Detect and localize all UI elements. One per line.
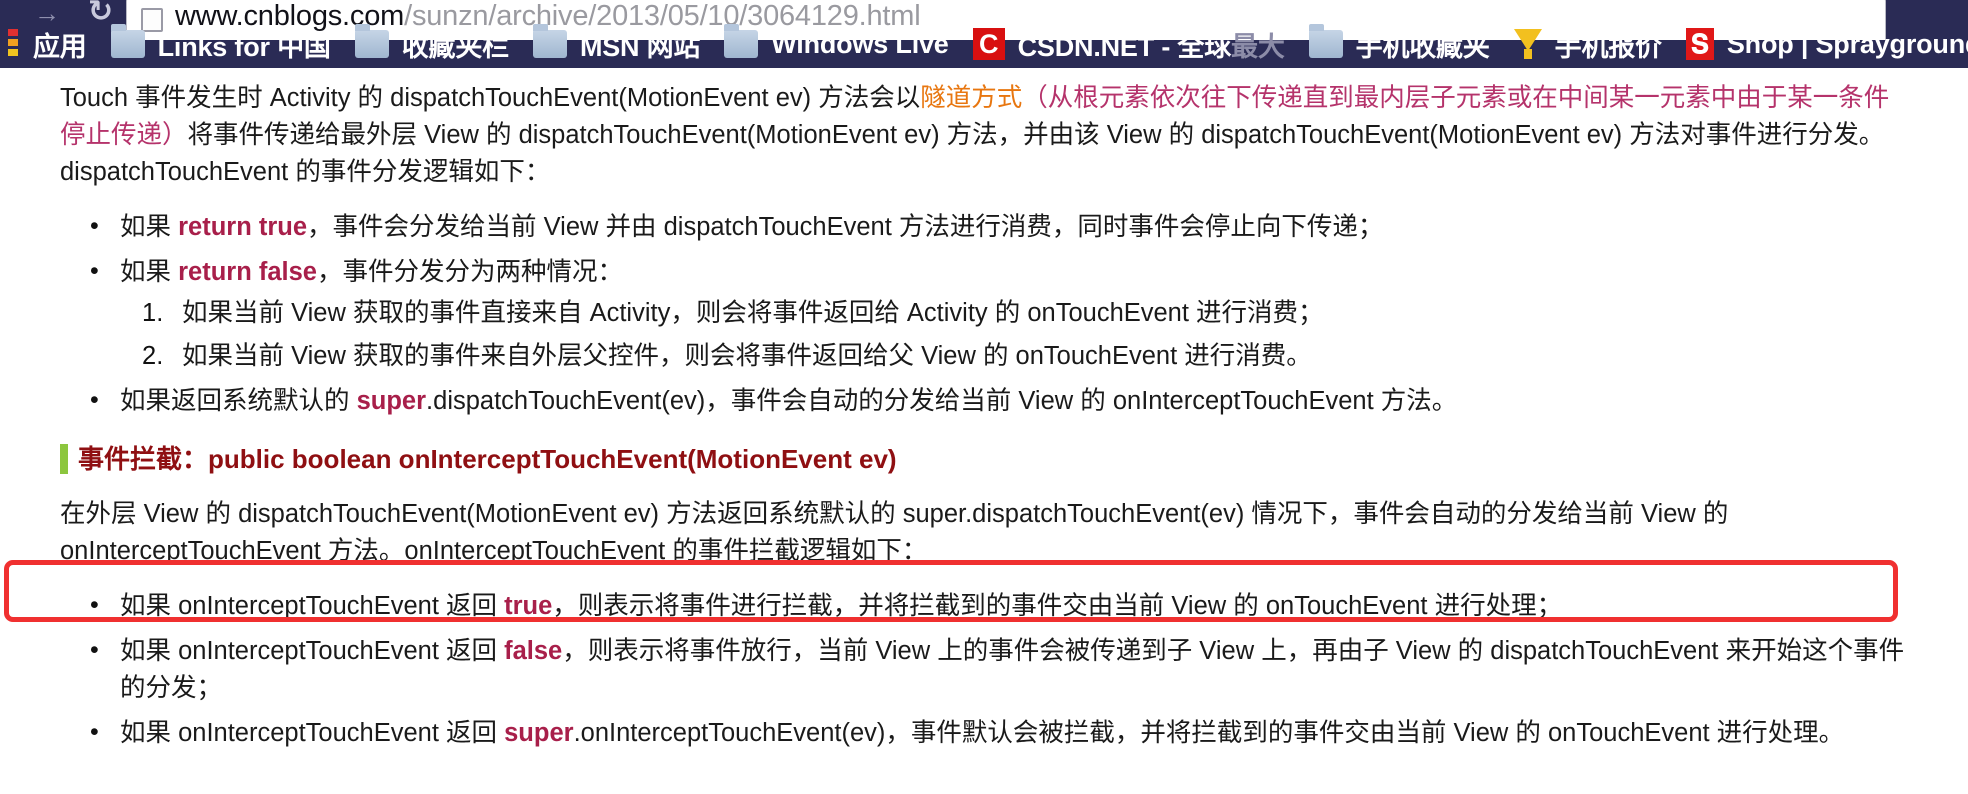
- list-item: 如果当前 View 获取的事件来自外层父控件，则会将事件返回给父 View 的 …: [142, 338, 1312, 375]
- rule-code: return false: [178, 258, 317, 286]
- csdn-icon: C: [972, 28, 1005, 60]
- rule-prefix: 如果: [120, 258, 179, 286]
- rule-prefix: 如果 onInterceptTouchEvent 返回: [120, 592, 505, 620]
- rule-suffix: ，则表示将事件进行拦截，并将拦截到的事件交由当前 View 的 onTouchE…: [552, 592, 1563, 620]
- rule-prefix: 如果 onInterceptTouchEvent 返回: [120, 637, 505, 665]
- list-item: 如果返回系统默认的 super.dispatchTouchEvent(ev)，事…: [90, 382, 1908, 420]
- bookmark-sprayground[interactable]: 𝐒 Shop | Sprayground❘: [1678, 21, 1968, 67]
- bookmark-mobile-price[interactable]: 手机报价: [1506, 21, 1678, 67]
- list-item-highlighted: 如果 onInterceptTouchEvent 返回 super.onInte…: [90, 714, 1908, 752]
- bookmark-label: 应用: [33, 31, 87, 62]
- rule-suffix: ，事件会分发给当前 View 并由 dispatchTouchEvent 方法进…: [307, 213, 1384, 241]
- bookmark-label: 收藏夹栏: [401, 31, 509, 62]
- bookmark-label: 手机收藏夹: [1355, 31, 1490, 62]
- bookmark-apps[interactable]: 应用: [0, 21, 103, 67]
- bookmark-label-main: Shop | Sprayground: [1726, 28, 1968, 59]
- intro-segment-2: 将事件传递给最外层 View 的 dispatchTouchEvent(Moti…: [60, 121, 1885, 186]
- intro-segment-1: Touch 事件发生时 Activity 的 dispatchTouchEven…: [60, 84, 921, 112]
- bookmark-links-for-china[interactable]: Links for 中国: [103, 21, 347, 67]
- bookmark-label: Links for 中国: [157, 31, 331, 62]
- intercept-section-heading: 事件拦截：public boolean onInterceptTouchEven…: [60, 442, 1908, 476]
- heading-signature: public boolean onInterceptTouchEvent(Mot…: [208, 444, 897, 474]
- rule-prefix: 如果返回系统默认的: [120, 387, 357, 415]
- intercept-rules-list: 如果 onInterceptTouchEvent 返回 true，则表示将事件进…: [60, 587, 1908, 752]
- list-item: 如果 onInterceptTouchEvent 返回 false，则表示将事件…: [90, 632, 1908, 707]
- rule-prefix: 如果: [120, 213, 179, 241]
- bookmark-label: Windows Live: [771, 28, 949, 59]
- list-item: 如果当前 View 获取的事件直接来自 Activity，则会将事件返回给 Ac…: [142, 295, 1324, 332]
- bookmark-label: 手机报价: [1554, 31, 1662, 62]
- rule-code: return true: [178, 213, 308, 241]
- rule-suffix: .onInterceptTouchEvent(ev)，事件默认会被拦截，并将拦截…: [573, 719, 1845, 747]
- folder-icon: [1308, 24, 1343, 58]
- rule-code: true: [504, 592, 553, 620]
- bookmark-mobile-favorites[interactable]: 手机收藏夹: [1301, 21, 1506, 67]
- intercept-paragraph: 在外层 View 的 dispatchTouchEvent(MotionEven…: [60, 500, 1729, 565]
- folder-icon: [724, 24, 759, 58]
- folder-icon: [110, 24, 145, 58]
- folder-icon: [354, 24, 389, 58]
- bookmark-windows-live[interactable]: Windows Live: [716, 21, 964, 67]
- bookmark-favorites-bar[interactable]: 收藏夹栏: [347, 21, 525, 67]
- browser-chrome: → ↻ www.cnblogs.com/sunzn/archive/2013/0…: [0, 0, 1968, 68]
- apps-grid-icon: [8, 29, 20, 59]
- list-item: 如果 return false，事件分发分为两种情况： 如果当前 View 获取…: [90, 253, 1908, 375]
- folder-icon: [532, 24, 567, 58]
- bookmark-label-main: CSDN.NET - 全球: [1017, 31, 1232, 62]
- bell-icon: [1513, 29, 1542, 59]
- bookmarks-bar: 应用 Links for 中国 收藏夹栏 MSN 网站 Windows Live…: [0, 20, 1968, 68]
- list-item: 如果 return true，事件会分发给当前 View 并由 dispatch…: [90, 208, 1908, 246]
- dispatch-rules-list: 如果 return true，事件会分发给当前 View 并由 dispatch…: [60, 208, 1908, 420]
- rule-prefix: 如果 onInterceptTouchEvent 返回: [120, 719, 505, 747]
- rule-code: super: [504, 719, 574, 747]
- article-body: Touch 事件发生时 Activity 的 dispatchTouchEven…: [0, 68, 1968, 794]
- rule-suffix: .dispatchTouchEvent(ev)，事件会自动的分发给当前 View…: [426, 387, 1458, 415]
- intro-paragraph: Touch 事件发生时 Activity 的 dispatchTouchEven…: [60, 80, 1908, 191]
- heading-label: 事件拦截：: [78, 444, 209, 474]
- rule-suffix: ，事件分发分为两种情况：: [316, 258, 623, 286]
- dispatch-sub-list: 如果当前 View 获取的事件直接来自 Activity，则会将事件返回给 Ac…: [120, 295, 1908, 375]
- bookmark-msn[interactable]: MSN 网站: [525, 21, 716, 67]
- list-item: 如果 onInterceptTouchEvent 返回 true，则表示将事件进…: [90, 587, 1908, 625]
- bookmark-label: CSDN.NET - 全球最大: [1018, 25, 1285, 64]
- bookmark-csdn[interactable]: C CSDN.NET - 全球最大: [965, 21, 1301, 67]
- bookmark-label-dim: 最大: [1231, 31, 1285, 62]
- rule-code: false: [504, 637, 563, 665]
- bookmark-label: Shop | Sprayground❘: [1727, 29, 1968, 60]
- bookmark-label: MSN 网站: [579, 31, 701, 62]
- shop-icon: 𝐒: [1685, 28, 1714, 60]
- intro-highlight-tunnel: 隧道方式: [920, 84, 1023, 112]
- rule-code: super: [356, 387, 427, 415]
